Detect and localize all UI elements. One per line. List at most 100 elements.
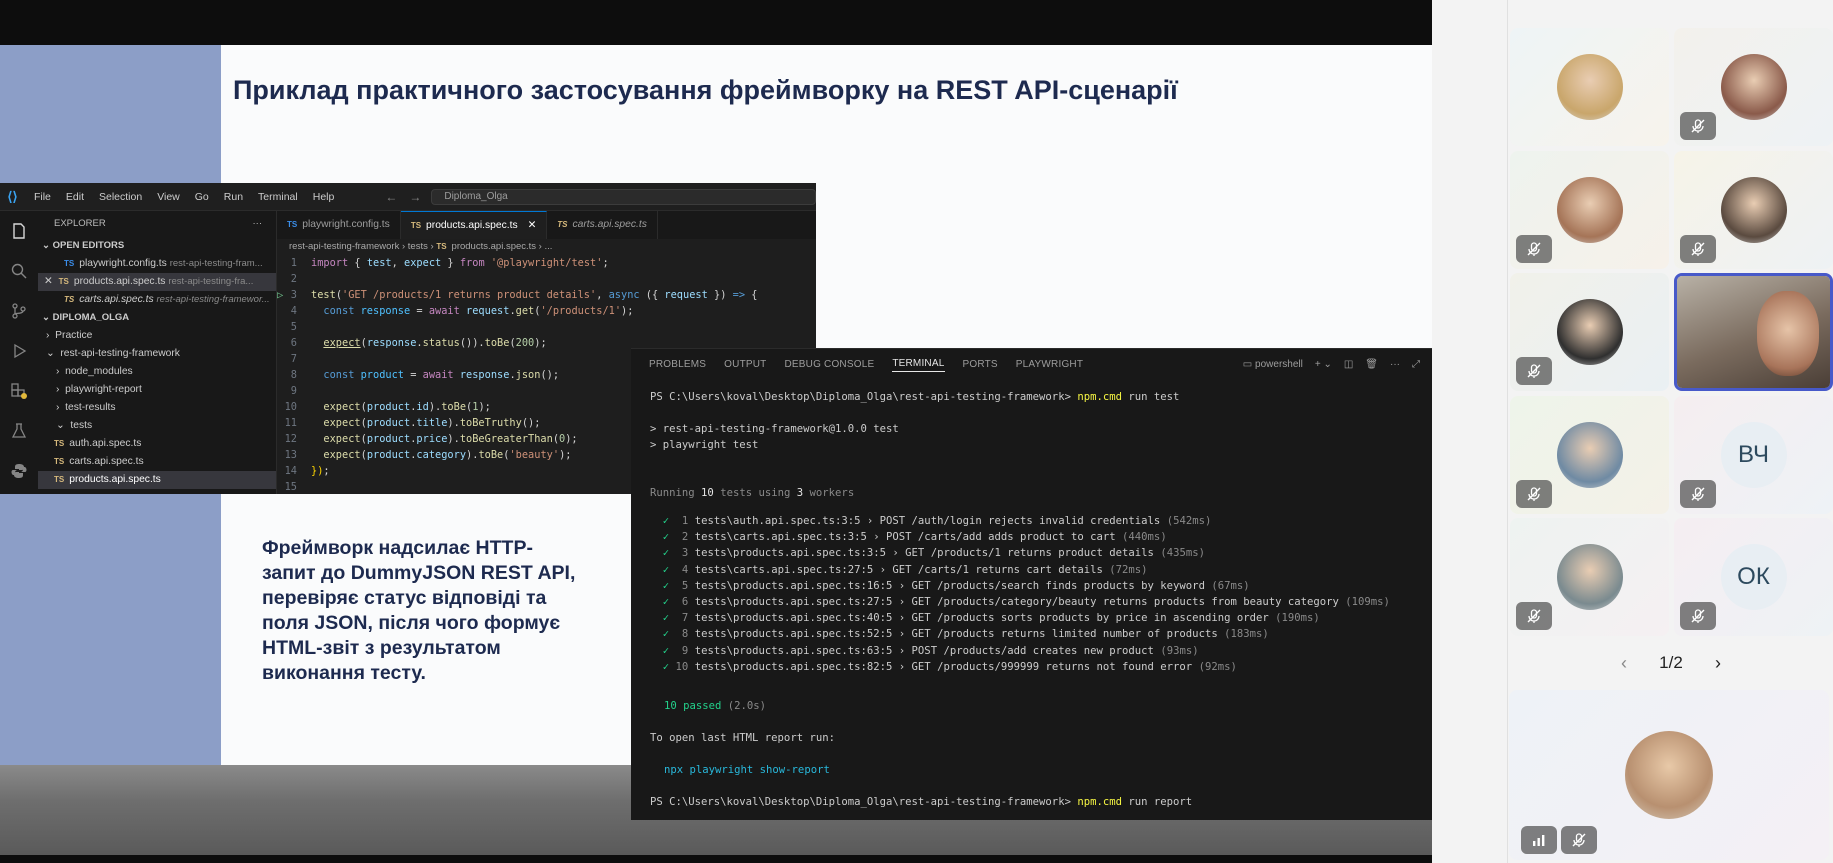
terminal-prompt: PS C:\Users\koval\Desktop\Diploma_Olga\r… xyxy=(650,796,1071,808)
tab-products-spec[interactable]: TS products.api.spec.ts ✕ xyxy=(400,211,548,239)
new-terminal-icon[interactable]: + ⌄ xyxy=(1315,359,1332,370)
more-actions-icon[interactable]: ··· xyxy=(253,211,263,237)
participant-tile[interactable] xyxy=(1510,28,1669,146)
test-result-line: ✓ 5 tests\products.api.spec.ts:16:5 › GE… xyxy=(650,578,1250,594)
terminal-panel: PROBLEMS OUTPUT DEBUG CONSOLE TERMINAL P… xyxy=(631,348,1432,820)
test-description: tests\products.api.spec.ts:40:5 › GET /p… xyxy=(694,612,1269,625)
self-view-tile[interactable] xyxy=(1509,690,1829,860)
tree-folder-playwright-report[interactable]: › playwright-report xyxy=(38,381,276,399)
menu-edit[interactable]: Edit xyxy=(66,191,84,203)
close-icon[interactable]: ✕ xyxy=(44,276,53,287)
test-duration: (93ms) xyxy=(1160,644,1199,657)
line-number: 9 xyxy=(290,385,297,397)
typescript-file-icon: TS xyxy=(410,221,422,230)
maximize-icon[interactable]: ⤢ xyxy=(1412,359,1420,370)
trash-icon[interactable]: 🗑 xyxy=(1365,359,1378,370)
tab-playwright-config[interactable]: TS playwright.config.ts xyxy=(277,211,401,239)
participant-tile[interactable] xyxy=(1510,395,1669,514)
close-icon[interactable]: ✕ xyxy=(528,220,537,231)
chevron-right-icon: › xyxy=(56,402,66,413)
run-test-icon[interactable]: ▷ xyxy=(277,287,283,303)
tree-folder-practice[interactable]: › Practice xyxy=(38,327,276,345)
tree-folder-framework[interactable]: ⌄ rest-api-testing-framework xyxy=(38,345,276,363)
breadcrumb-item[interactable]: products.api.spec.ts xyxy=(452,241,537,252)
menu-view[interactable]: View xyxy=(157,191,180,203)
check-icon: ✓ xyxy=(662,660,670,673)
chevron-right-icon[interactable]: › xyxy=(1715,653,1721,674)
tree-folder-node-modules[interactable]: › node_modules xyxy=(38,363,276,381)
check-icon: ✓ xyxy=(662,628,670,641)
menu-help[interactable]: Help xyxy=(313,191,335,203)
menu-go[interactable]: Go xyxy=(195,191,209,203)
participant-tile[interactable] xyxy=(1674,150,1833,269)
passed-time: (2.0s) xyxy=(727,700,767,712)
tab-playwright[interactable]: PLAYWRIGHT xyxy=(1016,359,1083,370)
shared-screen: Приклад практичного застосування фреймво… xyxy=(0,0,1432,863)
tab-debug-console[interactable]: DEBUG CONSOLE xyxy=(784,359,874,370)
participant-tile[interactable]: ОК xyxy=(1674,518,1833,636)
participant-tile[interactable] xyxy=(1510,273,1669,391)
tab-output[interactable]: OUTPUT xyxy=(724,359,766,370)
tree-folder-tests[interactable]: ⌄ tests xyxy=(38,417,276,435)
open-editor-item[interactable]: TS carts.api.spec.ts rest-api-testing-fra… xyxy=(38,291,276,309)
muted-mic-icon xyxy=(1516,357,1552,385)
participant-tile[interactable] xyxy=(1674,273,1833,391)
line-number-with-run: ▷ 3 xyxy=(277,287,311,303)
menu-run[interactable]: Run xyxy=(224,191,243,203)
open-editors-section[interactable]: ⌄ OPEN EDITORS xyxy=(38,237,276,255)
open-editor-name: carts.api.spec.ts xyxy=(79,294,154,305)
breadcrumb-item[interactable]: rest-api-testing-framework xyxy=(289,241,399,252)
menu-selection[interactable]: Selection xyxy=(99,191,142,203)
open-editor-item-active[interactable]: ✕ TS products.api.spec.ts rest-api-testing… xyxy=(38,273,276,291)
test-result-line: ✓ 10 tests\products.api.spec.ts:82:5 › G… xyxy=(650,659,1237,675)
tab-carts-spec[interactable]: TS carts.api.spec.ts xyxy=(547,211,658,239)
tab-terminal[interactable]: TERMINAL xyxy=(892,358,945,372)
file-label: auth.api.spec.ts xyxy=(69,438,142,449)
menu-terminal[interactable]: Terminal xyxy=(258,191,298,203)
muted-mic-icon[interactable] xyxy=(1561,826,1597,854)
tab-ports[interactable]: PORTS xyxy=(963,359,998,370)
explorer-icon[interactable] xyxy=(0,211,38,251)
tree-file[interactable]: TS auth.api.spec.ts xyxy=(38,435,276,453)
tree-folder-test-results[interactable]: › test-results xyxy=(38,399,276,417)
menu-file[interactable]: File xyxy=(34,191,51,203)
terminal-prompt: PS C:\Users\koval\Desktop\Diploma_Olga\r… xyxy=(650,391,1071,403)
tree-file-active[interactable]: TS products.api.spec.ts xyxy=(38,471,276,489)
extensions-icon[interactable] xyxy=(0,371,38,411)
testing-icon[interactable] xyxy=(0,411,38,451)
participant-tile[interactable]: ВЧ xyxy=(1674,395,1833,514)
participant-tile[interactable] xyxy=(1510,518,1669,636)
open-editor-path: rest-api-testing-framewor... xyxy=(156,294,270,305)
line-number: 12 xyxy=(284,433,297,445)
breadcrumb-item[interactable]: ... xyxy=(545,241,553,252)
test-result-line: ✓ 7 tests\products.api.spec.ts:40:5 › GE… xyxy=(650,610,1320,626)
test-result-line: ✓ 6 tests\products.api.spec.ts:27:5 › GE… xyxy=(650,594,1390,610)
nav-forward-icon[interactable]: → xyxy=(409,190,421,204)
test-result-line: ✓ 3 tests\products.api.spec.ts:3:5 › GET… xyxy=(650,545,1205,561)
breadcrumb: rest-api-testing-framework › tests › TS p… xyxy=(289,241,553,252)
chevron-left-icon[interactable]: ‹ xyxy=(1621,653,1627,674)
test-number: 10 xyxy=(675,660,689,673)
participant-tile[interactable] xyxy=(1510,150,1669,269)
search-icon[interactable] xyxy=(0,251,38,291)
more-actions-icon[interactable]: ··· xyxy=(1390,359,1400,370)
run-debug-icon[interactable] xyxy=(0,331,38,371)
audio-level-icon[interactable] xyxy=(1521,826,1557,854)
participant-tile[interactable] xyxy=(1674,28,1833,146)
terminal-shell-selector[interactable]: ▭ powershell xyxy=(1243,359,1303,370)
open-editor-item[interactable]: TS playwright.config.ts rest-api-testing-… xyxy=(38,255,276,273)
workspace-section[interactable]: ⌄ DIPLOMA_OLGA xyxy=(38,309,276,327)
command-center[interactable]: Diploma_Olga xyxy=(431,188,816,205)
terminal-icon: ▭ xyxy=(1242,359,1256,370)
line-number: 13 xyxy=(284,449,297,461)
source-control-icon[interactable] xyxy=(0,291,38,331)
breadcrumb-item[interactable]: tests xyxy=(408,241,428,252)
tab-problems[interactable]: PROBLEMS xyxy=(649,359,706,370)
python-icon[interactable] xyxy=(0,451,38,491)
folder-label: tests xyxy=(70,420,93,431)
running-prefix: Running xyxy=(650,487,695,499)
code-line: ▷ 3 test('GET /products/1 returns product … xyxy=(277,287,758,303)
nav-back-icon[interactable]: ← xyxy=(385,190,397,204)
tree-file[interactable]: TS carts.api.spec.ts xyxy=(38,453,276,471)
split-terminal-icon[interactable]: ◫ xyxy=(1344,359,1353,370)
